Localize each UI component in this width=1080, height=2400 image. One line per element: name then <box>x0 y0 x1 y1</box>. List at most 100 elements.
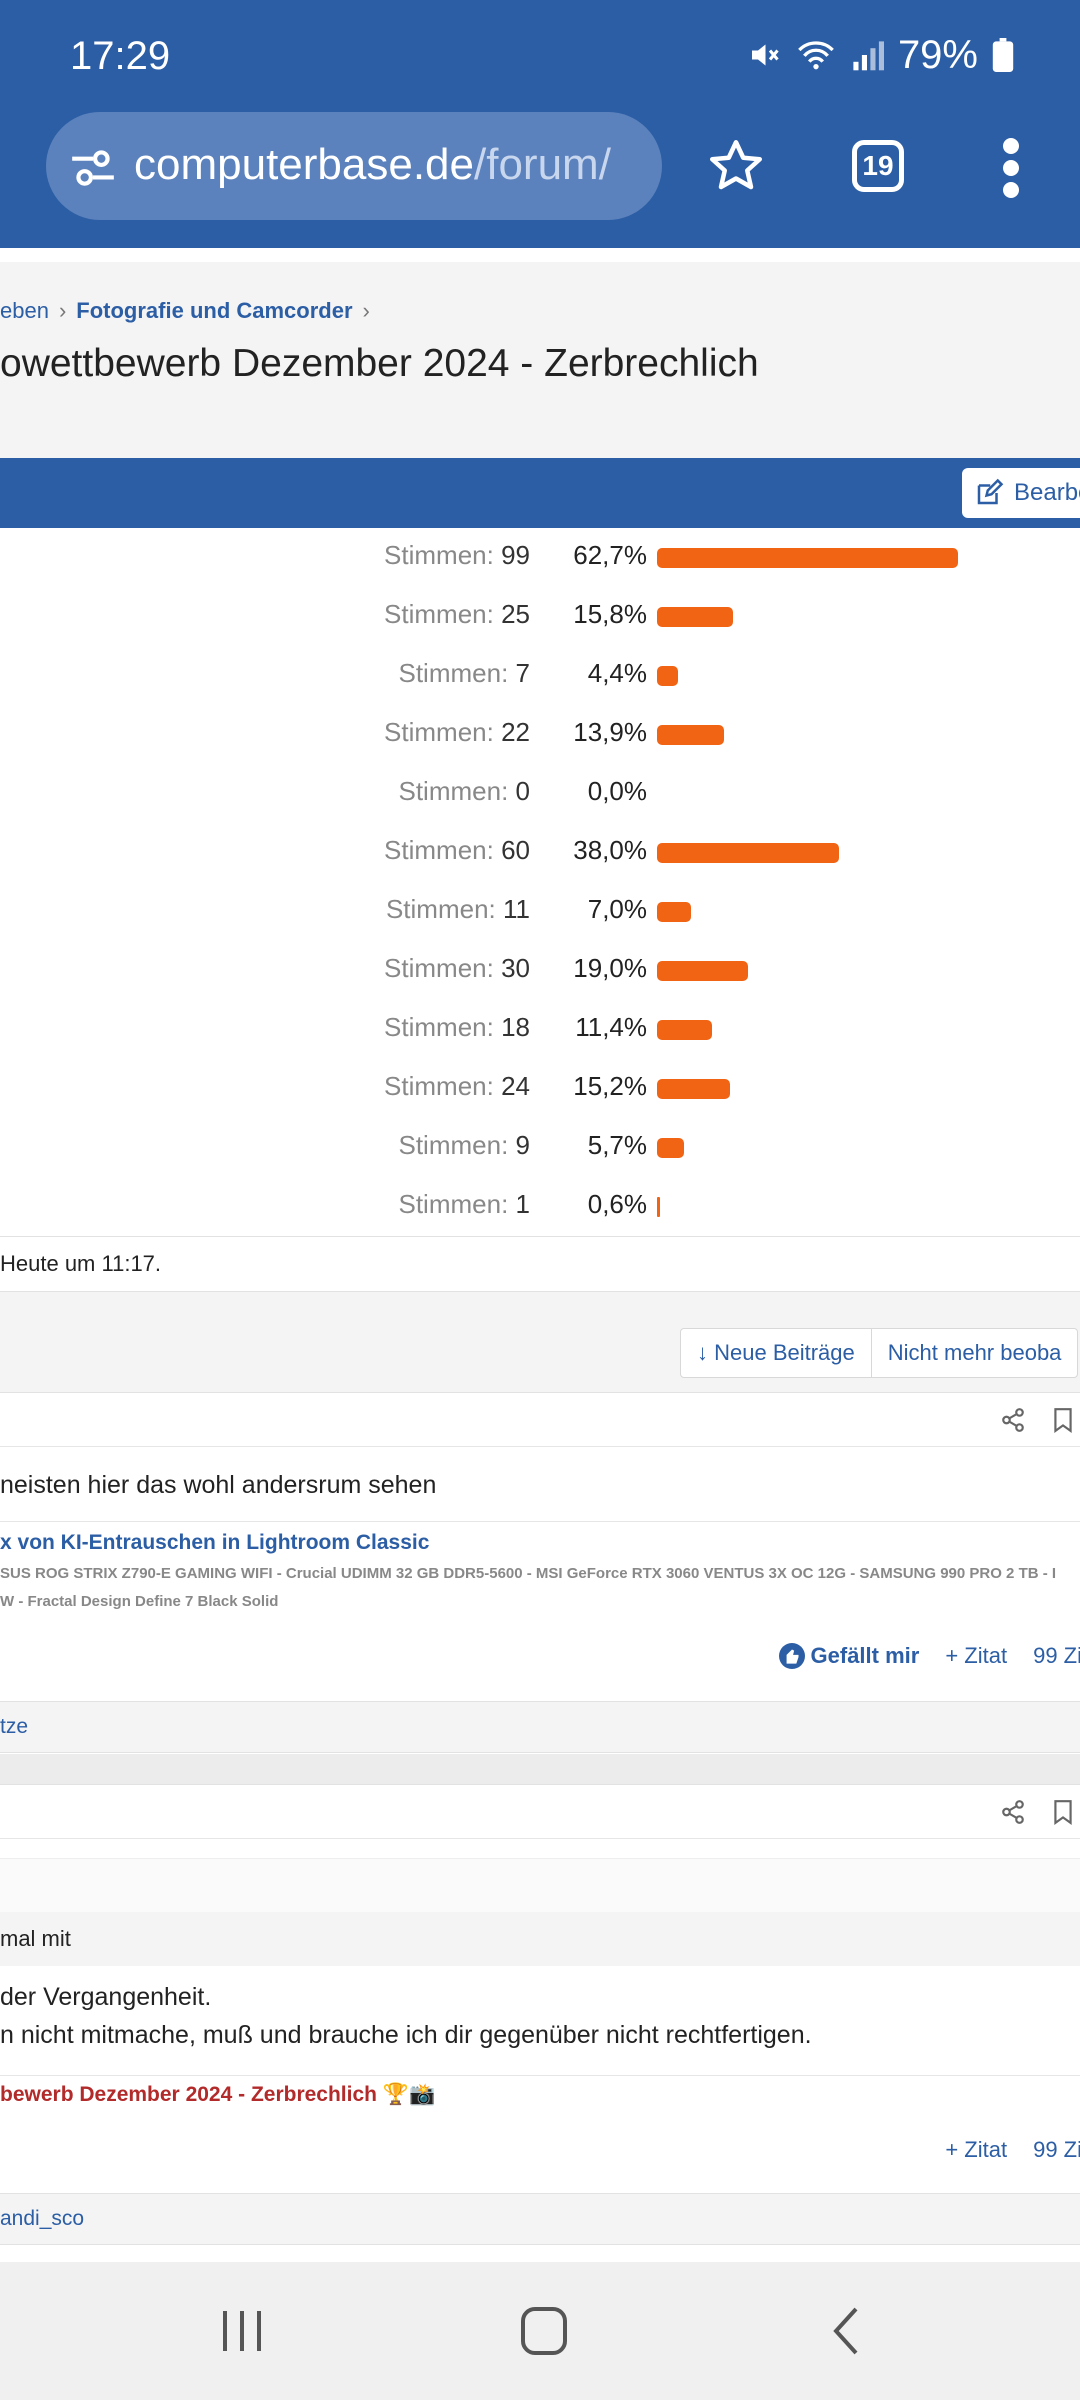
poll-percent: 0,6% <box>587 1189 647 1219</box>
edit-label: Bearbe <box>1014 479 1080 506</box>
quote-button[interactable]: + Zitat <box>945 2137 1007 2163</box>
edit-button[interactable]: Bearbe <box>962 468 1080 518</box>
poll-row: Stimmen: 11 7,0% <box>0 882 1080 941</box>
poll-row: Stimmen: 22 13,9% <box>0 705 1080 764</box>
home-icon[interactable] <box>514 2306 574 2356</box>
chevron-right-icon: › <box>362 298 370 323</box>
poll-votes: Stimmen: 25 <box>384 599 530 630</box>
signature-text: SUS ROG STRIX Z790-E GAMING WIFI - Cruci… <box>0 1565 1057 1582</box>
post-text: der Vergangenheit. <box>0 1983 212 2011</box>
poll-votes-label: Stimmen: <box>398 776 509 806</box>
poll-percent: 0,0% <box>587 776 647 806</box>
poll-percent: 15,8% <box>573 599 647 629</box>
status-icons: 79% <box>746 30 1014 80</box>
poll-votes-count: 7 <box>515 658 530 688</box>
poll-votes-label: Stimmen: <box>384 953 494 983</box>
site-settings-icon[interactable] <box>68 142 118 192</box>
chevron-right-icon: › <box>58 298 67 323</box>
post: neisten hier das wohl andersrum sehen x … <box>0 1392 1080 1754</box>
page-header: eben › Fotografie und Camcorder › owettbewe… <box>0 262 1080 458</box>
poll-votes: Stimmen: 30 <box>384 953 530 984</box>
poll-votes-label: Stimmen: <box>384 1071 494 1101</box>
signature-link[interactable]: x von KI-Entrauschen in Lightroom Classi… <box>0 1531 429 1555</box>
new-posts-button[interactable]: ↓ Neue Beiträge <box>681 1329 871 1377</box>
poll-votes-count: 18 <box>501 1012 530 1042</box>
back-icon[interactable] <box>818 2306 878 2356</box>
browser-chrome: 17:29 79% computerbase.de/forum/ 19 <box>0 0 1080 248</box>
signal-icon <box>853 41 884 71</box>
bookmark-star-icon[interactable] <box>706 136 766 196</box>
poll-votes-count: 99 <box>501 540 530 570</box>
like-button[interactable]: Gefällt mir <box>778 1643 919 1669</box>
poll-votes-count: 0 <box>515 776 530 806</box>
poll-row: Stimmen: 7 4,4% <box>0 646 1080 705</box>
quote-block-top <box>0 1858 1080 1912</box>
likes-by[interactable]: andi_sco <box>0 2207 84 2231</box>
bookmark-icon[interactable] <box>1052 1407 1074 1433</box>
poll-votes: Stimmen: 18 <box>384 1012 530 1043</box>
poll-votes-count: 9 <box>515 1130 530 1160</box>
poll-votes-label: Stimmen: <box>384 599 494 629</box>
post-actions: Gefällt mir + Zitat 99 Zi <box>778 1643 1080 1669</box>
tab-switcher-button[interactable]: 19 <box>852 140 904 192</box>
poll-row: Stimmen: 9 5,7% <box>0 1118 1080 1177</box>
poll-bar <box>657 1020 712 1040</box>
url-bar[interactable]: computerbase.de/forum/ <box>46 112 662 220</box>
poll-votes: Stimmen: 7 <box>398 658 530 689</box>
poll-row: Stimmen: 60 38,0% <box>0 823 1080 882</box>
mute-icon <box>751 44 779 66</box>
signature-divider <box>0 1521 1080 1522</box>
url-text[interactable]: computerbase.de/forum/ <box>134 140 611 190</box>
poll-bar <box>657 1197 660 1217</box>
poll-votes-label: Stimmen: <box>384 1012 494 1042</box>
status-bar: 17:29 79% <box>0 0 1080 110</box>
signature-text: W - Fractal Design Define 7 Black Solid <box>0 1593 279 1610</box>
poll-footer-text: Heute um 11:17. <box>0 1251 162 1276</box>
poll-votes-count: 60 <box>501 835 530 865</box>
poll-percent: 62,7% <box>573 540 647 570</box>
url-path: /forum/ <box>474 140 611 189</box>
poll-votes-count: 25 <box>501 599 530 629</box>
poll-votes-label: Stimmen: <box>398 1189 509 1219</box>
poll-footer: Heute um 11:17. <box>0 1236 1080 1292</box>
share-icon[interactable] <box>1000 1407 1026 1433</box>
poll-row: Stimmen: 1 0,6% <box>0 1177 1080 1236</box>
post-header <box>0 1393 1080 1447</box>
thumbs-up-icon <box>778 1643 805 1669</box>
quote-header: mal mit <box>0 1912 1080 1966</box>
poll-votes-count: 30 <box>501 953 530 983</box>
poll-votes: Stimmen: 99 <box>384 540 530 571</box>
poll-votes: Stimmen: 1 <box>398 1189 530 1220</box>
battery-percent: 79% <box>897 32 978 77</box>
poll-row: Stimmen: 25 15,8% <box>0 587 1080 646</box>
system-nav-bar <box>0 2262 1080 2400</box>
more-menu-icon[interactable] <box>996 138 1026 198</box>
poll-votes-label: Stimmen: <box>398 1130 509 1160</box>
unwatch-button[interactable]: Nicht mehr beoba <box>870 1329 1078 1377</box>
poll-votes-label: Stimmen: <box>384 540 494 570</box>
multiquote-button[interactable]: 99 Zi <box>1033 1643 1080 1669</box>
quote-button[interactable]: + Zitat <box>945 1643 1007 1669</box>
poll-votes-count: 24 <box>501 1071 530 1101</box>
bookmark-icon[interactable] <box>1052 1799 1074 1825</box>
edit-icon <box>977 478 1004 505</box>
poll-votes-label: Stimmen: <box>384 717 494 747</box>
poll-votes-count: 1 <box>515 1189 530 1219</box>
share-icon[interactable] <box>1000 1799 1026 1825</box>
poll-percent: 7,0% <box>587 894 647 924</box>
breadcrumb-item[interactable]: eben <box>0 298 49 323</box>
thread-link[interactable]: bewerb Dezember 2024 - Zerbrechlich 🏆📸 <box>0 2083 435 2107</box>
poll-percent: 5,7% <box>587 1130 647 1160</box>
poll-votes-label: Stimmen: <box>384 835 494 865</box>
recent-apps-icon[interactable] <box>212 2306 272 2356</box>
poll-bar <box>657 725 724 745</box>
poll-row: Stimmen: 24 15,2% <box>0 1059 1080 1118</box>
likes-by[interactable]: tze <box>0 1715 28 1739</box>
poll-row: Stimmen: 0 0,0% <box>0 764 1080 823</box>
thread-actions: ↓ Neue Beiträge Nicht mehr beoba <box>0 1292 1080 1392</box>
breadcrumb-item-fotografie[interactable]: Fotografie und Camcorder <box>76 298 352 323</box>
poll-votes-label: Stimmen: <box>398 658 509 688</box>
poll-percent: 4,4% <box>587 658 647 688</box>
multiquote-button[interactable]: 99 Zi <box>1033 2137 1080 2163</box>
poll-votes: Stimmen: 22 <box>384 717 530 748</box>
